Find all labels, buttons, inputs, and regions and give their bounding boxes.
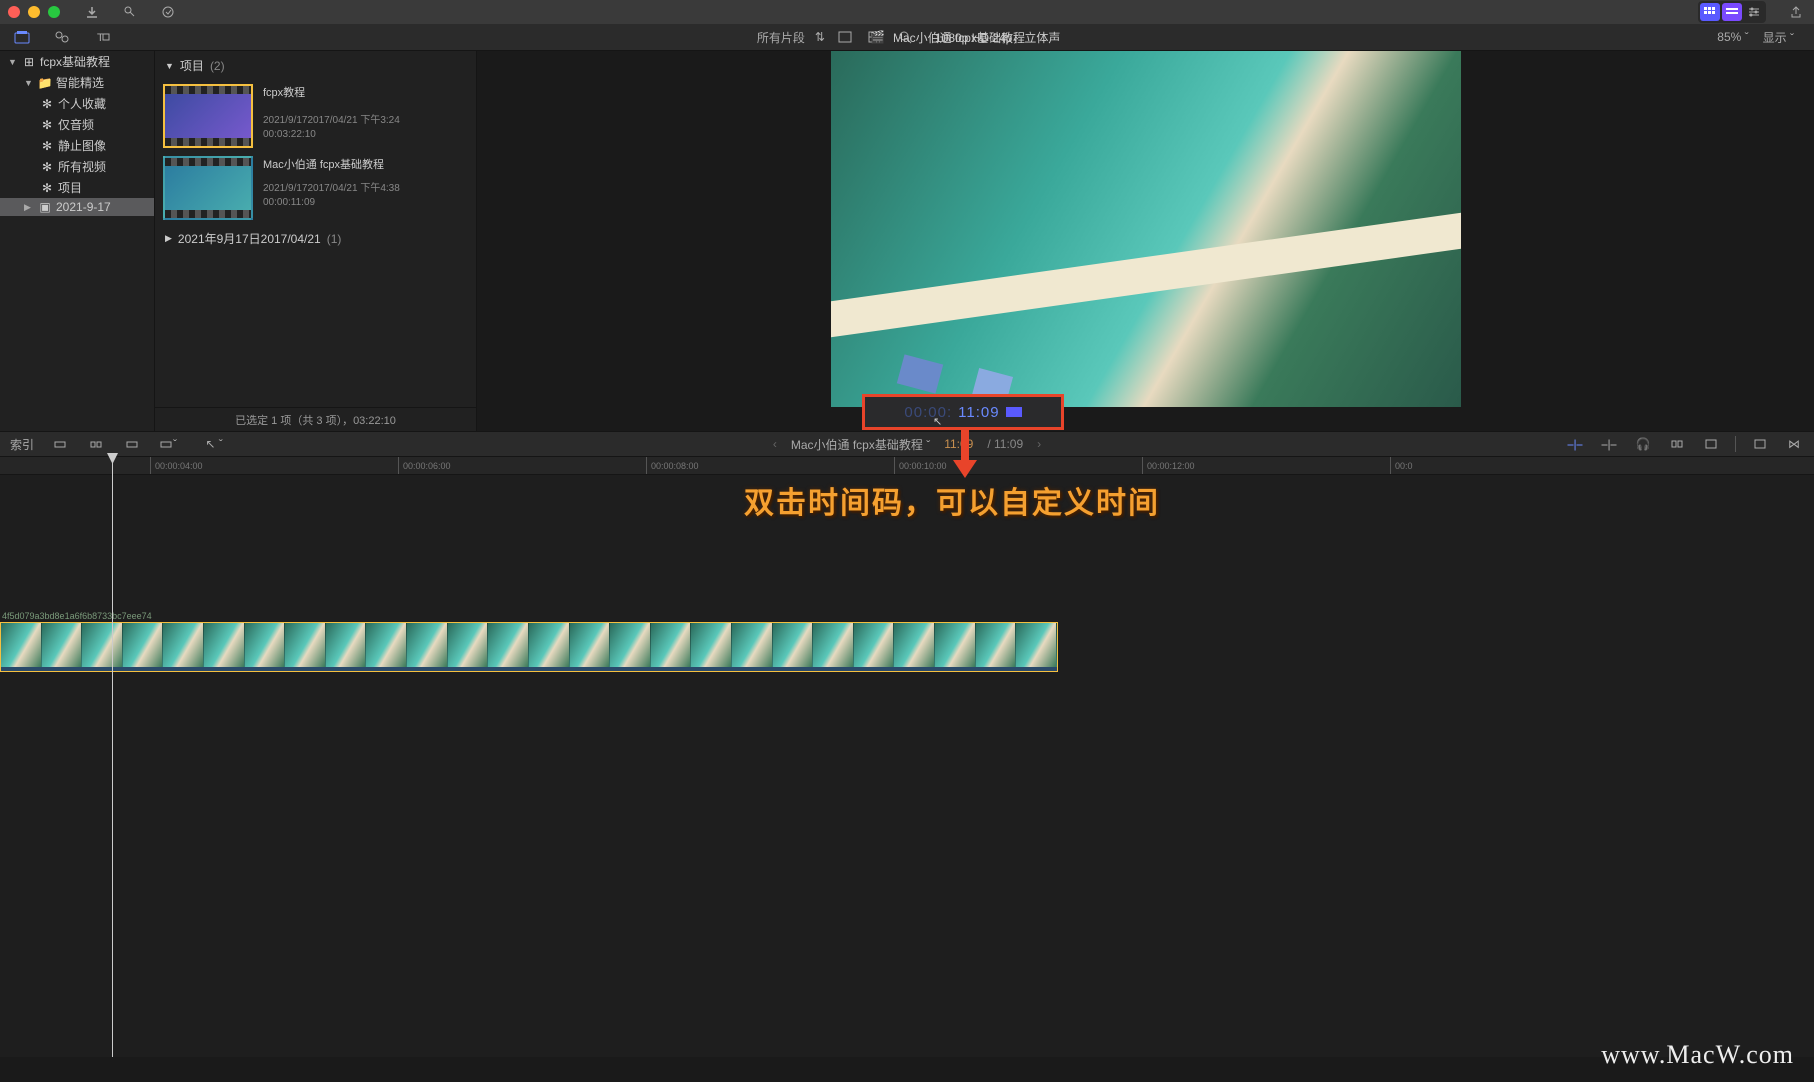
browser-date-group[interactable]: ▶ 2021年9月17日2017/04/21 (1) <box>155 224 476 253</box>
sort-icon[interactable]: ⇅ <box>815 30 825 44</box>
grid-view-icon[interactable] <box>1700 3 1720 21</box>
display-menu[interactable]: 显示 ˇ <box>1763 29 1794 46</box>
ruler-tick: 00:0 <box>1390 457 1413 474</box>
cursor-icon: ↖ <box>933 415 942 428</box>
browser: ▼ 项目 (2) fcpx教程 2021/9/172017/04/21 下午3:… <box>155 51 477 431</box>
close-window[interactable] <box>8 6 20 18</box>
timeline-title: ‹ Mac小伯通 fcpx基础教程 ˇ 11:09 / 11:09 › <box>773 436 1041 453</box>
clips-filter[interactable]: 所有片段 <box>757 29 805 46</box>
library-icon[interactable] <box>12 28 32 46</box>
sidebar-event[interactable]: ▶▣2021-9-17 <box>0 198 154 216</box>
timeline-toolbar: 索引 ˇ ↖ ˇ ‹ Mac小伯通 fcpx基础教程 ˇ 11:09 / 11:… <box>0 431 1814 457</box>
ruler-tick: 00:00:10:00 <box>894 457 947 474</box>
minimize-window[interactable] <box>28 6 40 18</box>
project-title: Mac小伯通 fcpx基础教程 <box>893 29 1025 46</box>
connect-icon[interactable] <box>50 435 70 453</box>
ruler-tick: 00:00:08:00 <box>646 457 699 474</box>
titlebar-left-icons <box>82 3 178 21</box>
snap-icon[interactable] <box>1667 435 1687 453</box>
import-icon[interactable] <box>82 3 102 21</box>
timecode-display[interactable]: 00:00:11:09 ↖ <box>862 394 1064 430</box>
sidebar-item-favorites[interactable]: ✻个人收藏 <box>0 93 154 114</box>
viewer-title-bar: 🎬 Mac小伯通 fcpx基础教程 <box>870 29 1025 46</box>
project-thumbnail[interactable] <box>163 156 253 220</box>
watermark: www.MacW.com <box>1601 1040 1794 1070</box>
history-back[interactable]: ‹ <box>773 437 777 451</box>
titles-icon[interactable]: T <box>92 28 112 46</box>
timeline[interactable]: 00:00:04:00 00:00:06:00 00:00:08:00 00:0… <box>0 457 1814 1057</box>
index-button[interactable]: 索引 <box>10 436 34 453</box>
sidebar-smart[interactable]: ▼📁智能精选 <box>0 72 154 93</box>
timeline-right-tools: ⎯|⎯ ⎯|⎯ 🎧 ⋈ <box>1565 435 1804 453</box>
inspector-tabs <box>1698 1 1766 23</box>
sidebar-item-video[interactable]: ✻所有视频 <box>0 156 154 177</box>
annotation-text: 双击时间码，可以自定义时间 <box>744 478 1160 522</box>
ruler-tick: 00:00:06:00 <box>398 457 451 474</box>
share-icon[interactable] <box>1786 3 1806 21</box>
sidebar-lib-header[interactable]: ▼⊞fcpx基础教程 <box>0 51 154 72</box>
titlebar-right <box>1698 1 1806 23</box>
sidebar-item-projects[interactable]: ✻项目 <box>0 177 154 198</box>
browser-footer: 已选定 1 项（共 3 项），03:22:10 <box>155 407 476 431</box>
clip-id-label: 4f5d079a3bd8e1a6f6b8733bc7eee74 <box>2 611 152 621</box>
project-item[interactable]: Mac小伯通 fcpx基础教程 2021/9/172017/04/21 下午4:… <box>155 152 476 224</box>
insert-icon[interactable] <box>86 435 106 453</box>
project-thumbnail[interactable] <box>163 84 253 148</box>
playhead[interactable] <box>112 457 113 1057</box>
window-controls <box>8 6 60 18</box>
display-icon[interactable] <box>1701 435 1721 453</box>
filmstrip-icon[interactable] <box>835 28 855 46</box>
project-icon: 🎬 <box>870 30 885 44</box>
ruler-tick: 00:00:12:00 <box>1142 457 1195 474</box>
sidebar-item-stills[interactable]: ✻静止图像 <box>0 135 154 156</box>
project-name: Mac小伯通 fcpx基础教程 <box>263 156 400 172</box>
adjust-icon[interactable] <box>1744 3 1764 21</box>
project-item[interactable]: fcpx教程 2021/9/172017/04/21 下午3:24 00:03:… <box>155 80 476 152</box>
timeline-clip[interactable] <box>0 622 1058 672</box>
solo-icon[interactable]: 🎧 <box>1633 435 1653 453</box>
photos-icon[interactable] <box>52 28 72 46</box>
overwrite-icon[interactable]: ˇ <box>158 435 178 453</box>
titlebar <box>0 0 1814 24</box>
main-area: ▼⊞fcpx基础教程 ▼📁智能精选 ✻个人收藏 ✻仅音频 ✻静止图像 ✻所有视频… <box>0 51 1814 431</box>
audio-skim-icon[interactable]: ⎯|⎯ <box>1599 435 1619 453</box>
timeline-ruler[interactable]: 00:00:04:00 00:00:06:00 00:00:08:00 00:0… <box>0 457 1814 475</box>
zoom-level[interactable]: 85% ˇ <box>1717 30 1748 44</box>
append-icon[interactable] <box>122 435 142 453</box>
sidebar-item-audio[interactable]: ✻仅音频 <box>0 114 154 135</box>
sidebar: ▼⊞fcpx基础教程 ▼📁智能精选 ✻个人收藏 ✻仅音频 ✻静止图像 ✻所有视频… <box>0 51 155 431</box>
list-view-icon[interactable] <box>1722 3 1742 21</box>
project-name: fcpx教程 <box>263 84 400 100</box>
arrow-tool[interactable]: ↖ ˇ <box>204 435 224 453</box>
history-forward[interactable]: › <box>1037 437 1041 451</box>
timeline-project-name[interactable]: Mac小伯通 fcpx基础教程 ˇ <box>791 436 930 453</box>
timeline-total-time: / 11:09 <box>987 437 1023 451</box>
browser-header[interactable]: ▼ 项目 (2) <box>155 51 476 80</box>
ruler-tick: 00:00:04:00 <box>150 457 203 474</box>
maximize-window[interactable] <box>48 6 60 18</box>
viewer <box>477 51 1814 431</box>
viewer-canvas[interactable] <box>831 51 1461 407</box>
toolbar: T 所有片段 ⇅ 1080p HD 24p，立体声 🎬 Mac小伯通 fcpx基… <box>0 24 1814 51</box>
render-icon[interactable] <box>158 3 178 21</box>
annotation-arrow-icon <box>953 430 977 478</box>
transitions-icon[interactable]: ⋈ <box>1784 435 1804 453</box>
skimming-icon[interactable]: ⎯|⎯ <box>1565 435 1585 453</box>
keyword-icon[interactable] <box>120 3 140 21</box>
toolbar-left: T <box>0 28 112 46</box>
toolbar-far-right: 85% ˇ 显示 ˇ <box>1717 29 1814 46</box>
camera-icon <box>1006 407 1022 417</box>
effects-icon[interactable] <box>1750 435 1770 453</box>
